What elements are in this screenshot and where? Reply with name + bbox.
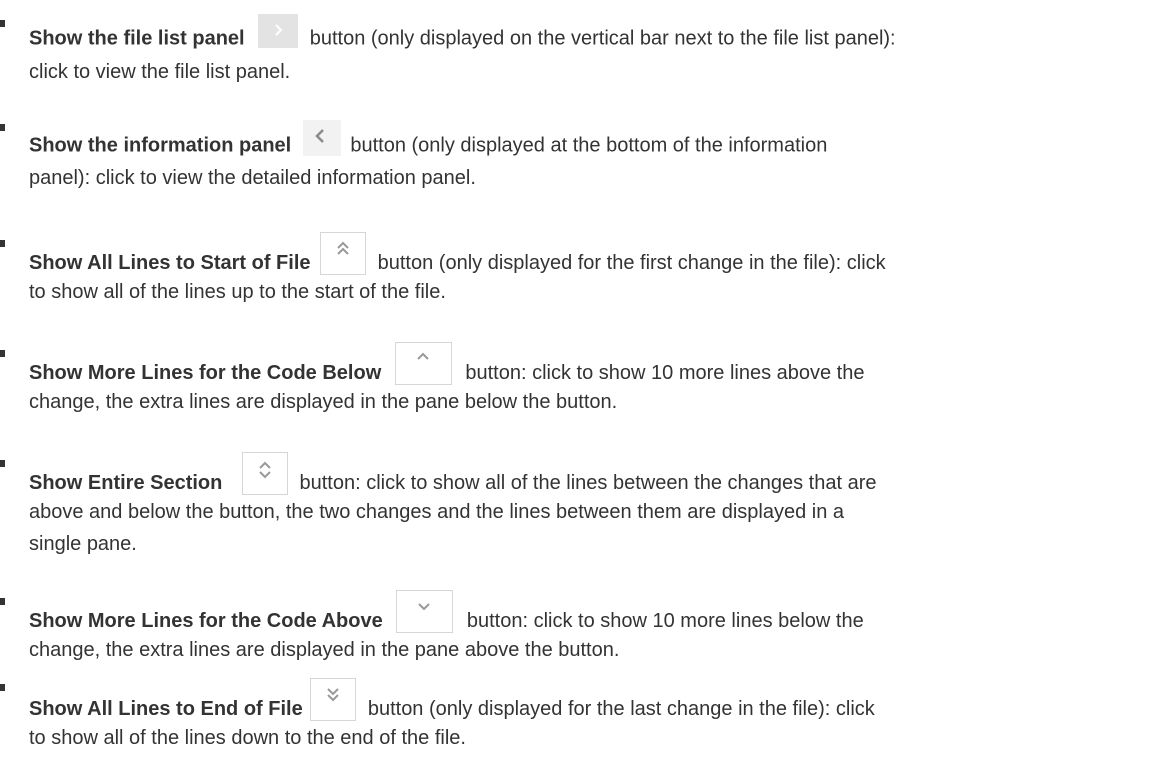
- button-name: Show All Lines to End of File: [29, 697, 303, 720]
- item-description-line2: change, the extra lines are displayed in…: [29, 639, 620, 661]
- item-description-line2: above and below the button, the two chan…: [29, 501, 845, 523]
- button-name: Show Entire Section: [29, 471, 223, 494]
- bullet-marker: [0, 684, 5, 691]
- button-name: Show the file list panel: [29, 27, 245, 50]
- item-description: button (only displayed on the vertical b…: [309, 27, 896, 50]
- chevron-down-icon: [396, 590, 454, 633]
- item-description-line2: to show all of the lines up to the start…: [29, 281, 446, 303]
- item-description-line2: to show all of the lines down to the end…: [29, 727, 466, 749]
- chevron-up-icon: [394, 342, 452, 385]
- bullet-marker: [0, 598, 5, 605]
- item-description: button (only displayed at the bottom of …: [350, 134, 828, 157]
- bullet-marker: [0, 350, 5, 357]
- button-name: Show More Lines for the Code Below: [29, 361, 382, 384]
- bullet-marker: [0, 20, 5, 27]
- item-description: button (only displayed for the first cha…: [377, 251, 886, 274]
- item-description-line3: single pane.: [29, 533, 137, 555]
- item-description: button: click to show 10 more lines abov…: [465, 361, 865, 384]
- double-chevron-down-icon: [310, 678, 357, 721]
- bullet-marker: [0, 240, 5, 247]
- item-description-line2: click to view the file list panel.: [29, 61, 291, 83]
- chevron-left-icon: [302, 120, 341, 156]
- item-description: button (only displayed for the last chan…: [367, 697, 875, 720]
- documentation-button-list: Show the file list panel button (only di…: [0, 0, 1156, 758]
- double-chevron-up-icon: [320, 232, 367, 275]
- bullet-marker: [0, 124, 5, 131]
- item-description-line2: panel): click to view the detailed infor…: [29, 167, 476, 189]
- expand-section-icon: [241, 452, 288, 495]
- item-description-line2: change, the extra lines are displayed in…: [29, 391, 618, 413]
- bullet-marker: [0, 460, 5, 467]
- item-description: button: click to show 10 more lines belo…: [466, 609, 864, 632]
- chevron-right-icon: [258, 14, 299, 48]
- button-name: Show the information panel: [29, 134, 292, 157]
- button-name: Show More Lines for the Code Above: [29, 609, 383, 632]
- button-name: Show All Lines to Start of File: [29, 251, 311, 274]
- item-description: button: click to show all of the lines b…: [299, 471, 877, 494]
